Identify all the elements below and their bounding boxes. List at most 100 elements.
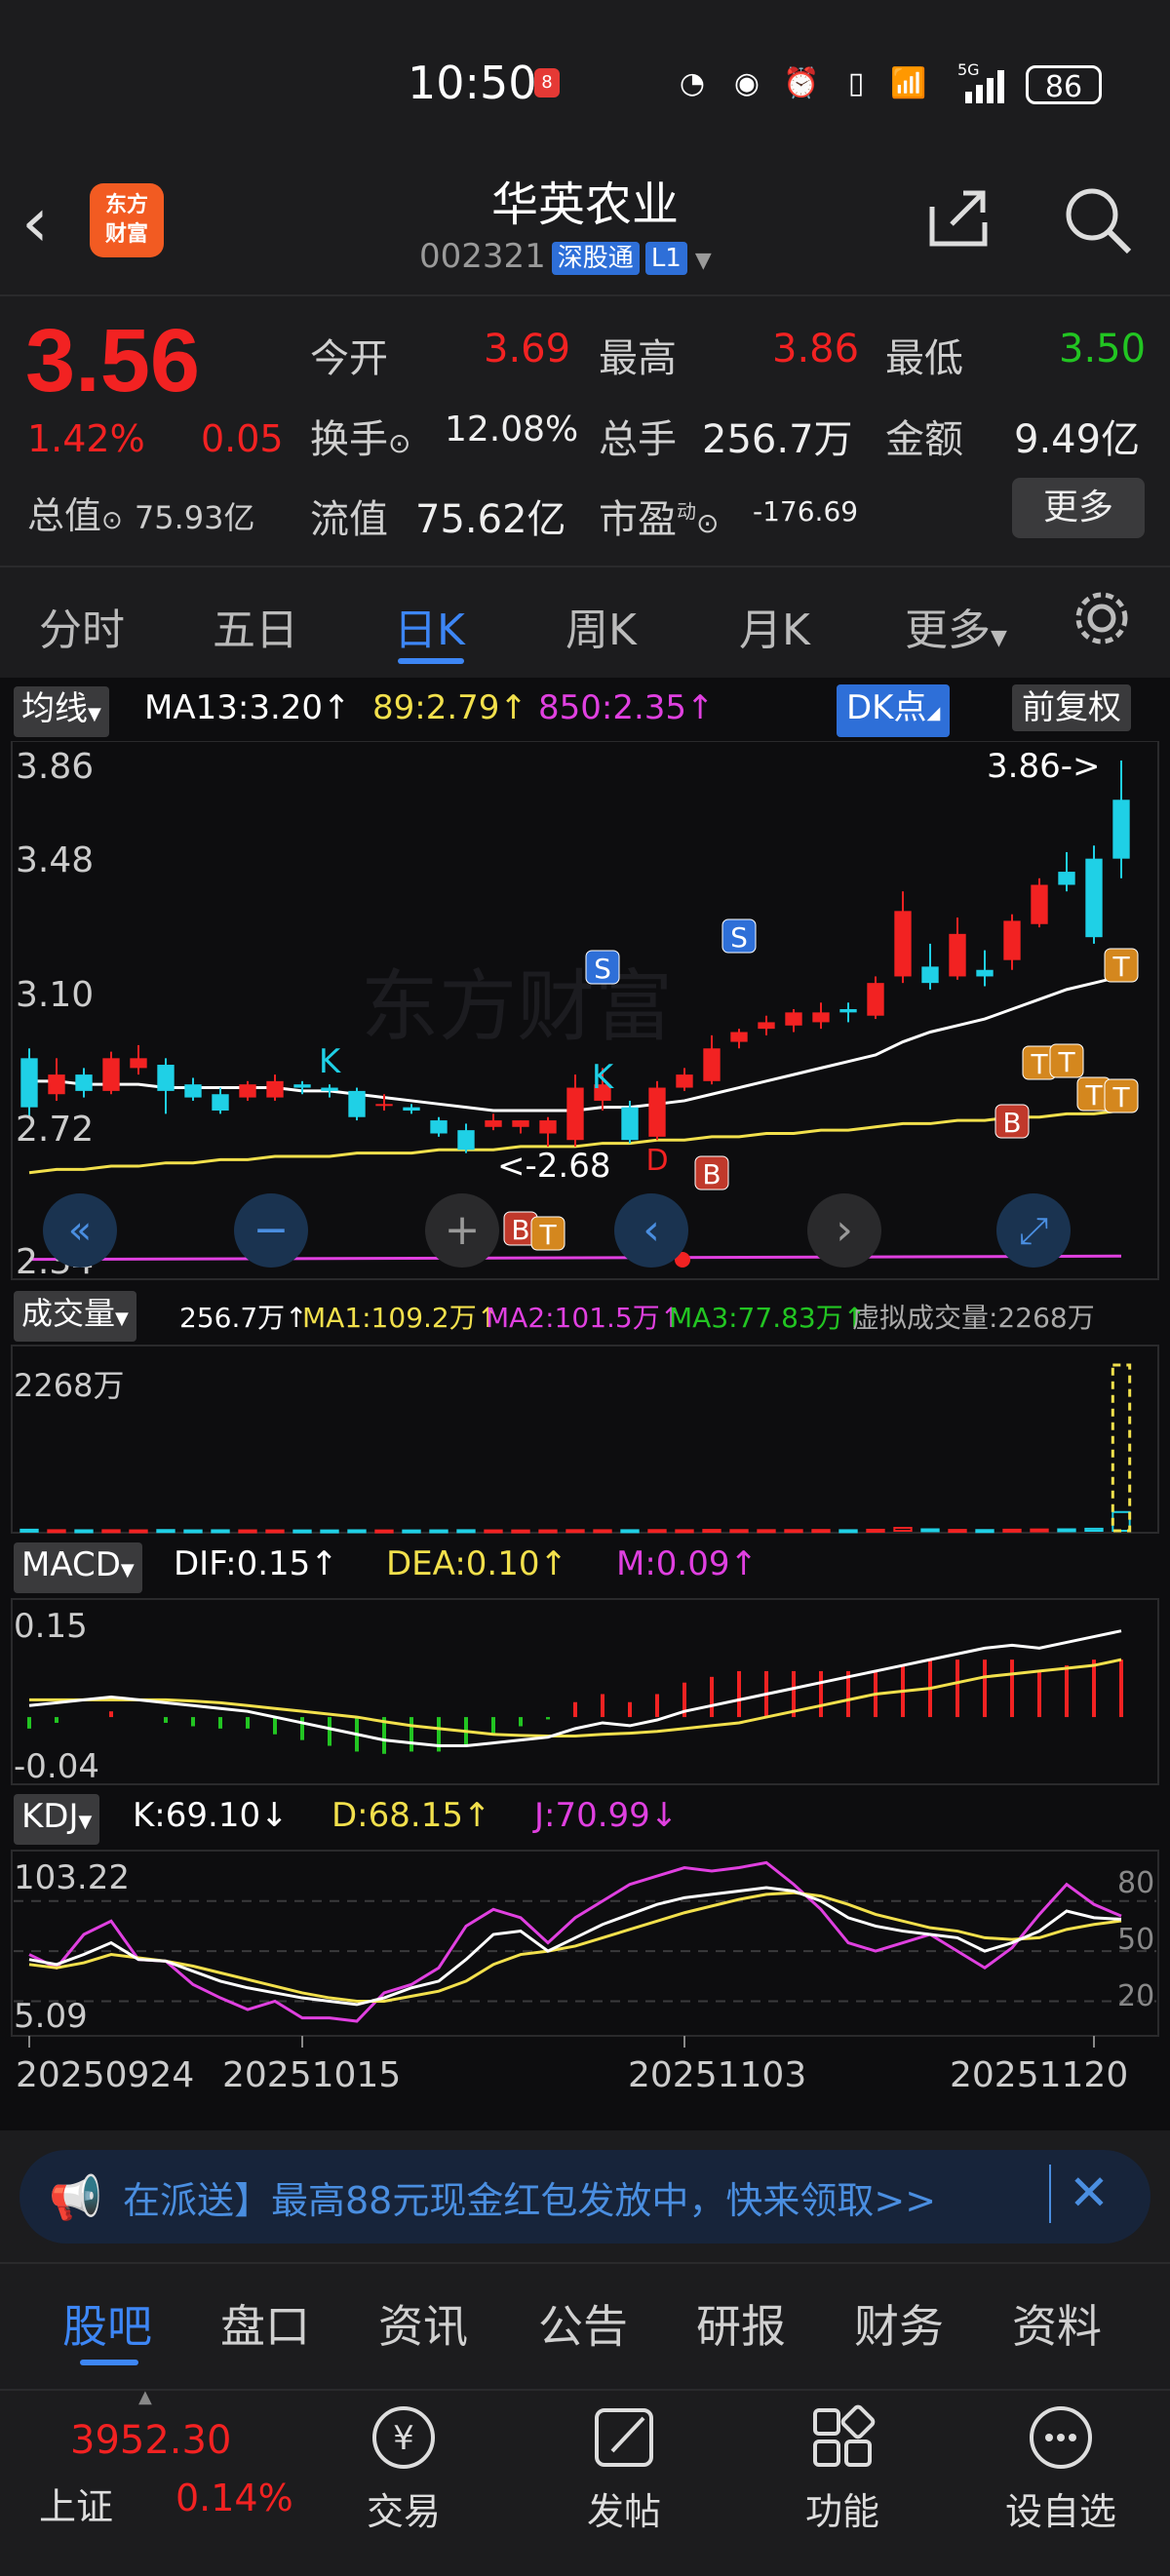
tab-announcement[interactable]: 公告 — [538, 2291, 628, 2356]
candle-body — [785, 1012, 802, 1026]
kdj-tick-50: 50 — [1117, 1923, 1155, 1957]
volume-bar — [757, 1529, 776, 1534]
volume-bar — [620, 1529, 640, 1534]
svg-text:¥: ¥ — [393, 2419, 414, 2458]
tab-five-day[interactable]: 五日 — [213, 595, 298, 657]
volume-bar — [183, 1529, 203, 1534]
post-icon[interactable] — [546, 2399, 702, 2477]
add-watchlist-icon[interactable] — [983, 2399, 1139, 2477]
candle-body — [758, 1022, 775, 1030]
macd-y-bottom: -0.04 — [14, 1747, 99, 1786]
volume-bar — [320, 1529, 339, 1534]
adjust-button[interactable]: 前复权 — [1012, 684, 1131, 731]
macd-selector[interactable]: MACD▼ — [14, 1542, 142, 1593]
tab-daily-k[interactable]: 日K — [394, 595, 465, 657]
stock-code: 002321 — [419, 237, 546, 276]
volume-bar — [484, 1529, 503, 1534]
scroll-left-icon[interactable]: ‹ — [614, 1193, 688, 1268]
zoom-in-icon[interactable]: + — [425, 1193, 499, 1268]
nav-functions[interactable]: 功能 — [764, 2481, 920, 2535]
y-tick-0: 3.86 — [16, 747, 95, 787]
candle-body — [512, 1120, 529, 1127]
macd-dea: DEA:0.10↑ — [386, 1544, 567, 1583]
open-value: 3.69 — [484, 327, 571, 371]
amount-label: 金额 — [885, 417, 963, 462]
scroll-left-fast-icon[interactable]: « — [43, 1193, 117, 1268]
volume-bar — [866, 1528, 885, 1533]
info-icon: ⊙ — [696, 507, 720, 539]
candle-body — [75, 1074, 93, 1091]
candle-body — [293, 1084, 311, 1088]
volume-bar — [456, 1529, 476, 1534]
change-amount: 0.05 — [201, 417, 284, 460]
volume-ma3: MA3:77.83万↑ — [669, 1302, 867, 1334]
tab-intraday[interactable]: 分时 — [39, 595, 125, 657]
pe-label: 市盈动⊙ — [599, 497, 720, 542]
volume-bar — [347, 1529, 367, 1534]
tab-more[interactable]: 更多▼ — [905, 595, 1007, 657]
macd-m: M:0.09↑ — [616, 1544, 758, 1583]
more-button[interactable]: 更多 — [1012, 478, 1145, 538]
candle-body — [403, 1107, 420, 1112]
nav-post[interactable]: 发帖 — [546, 2481, 702, 2535]
scroll-right-icon[interactable]: › — [807, 1193, 881, 1268]
index-pct[interactable]: 0.14% — [176, 2477, 293, 2519]
current-price: 3.56 — [25, 311, 201, 410]
volume-bar — [566, 1529, 585, 1534]
banner-text[interactable]: 在派送】最高88元现金红包发放中，快来领取>> — [123, 2170, 1030, 2224]
index-name[interactable]: 上证 — [39, 2477, 113, 2530]
tab-pankou[interactable]: 盘口 — [220, 2291, 310, 2356]
nav-add-watchlist[interactable]: 设自选 — [983, 2481, 1139, 2535]
signal-icon — [963, 68, 1012, 103]
candle-body — [730, 1032, 748, 1042]
low-value: 3.50 — [1059, 327, 1147, 371]
zoom-out-icon[interactable]: − — [234, 1193, 308, 1268]
volume-bar — [429, 1529, 448, 1534]
functions-icon[interactable] — [764, 2399, 920, 2477]
fullscreen-icon[interactable]: ⤢ — [996, 1193, 1071, 1268]
megaphone-icon: 📢 — [49, 2173, 102, 2223]
notification-badge: 8 — [534, 68, 560, 98]
volume-bar — [211, 1529, 230, 1534]
candle-body — [212, 1094, 229, 1112]
change-percent: 1.42% — [27, 417, 145, 460]
volume-bar — [74, 1529, 94, 1534]
tab-monthly-k[interactable]: 月K — [739, 595, 810, 657]
search-icon[interactable] — [1061, 183, 1135, 257]
trade-icon[interactable]: ¥ — [326, 2399, 482, 2477]
candle-body — [921, 966, 939, 984]
candle-body — [102, 1058, 120, 1091]
kdj-selector[interactable]: KDJ▼ — [14, 1794, 100, 1845]
close-icon[interactable]: ✕ — [1069, 2165, 1110, 2221]
tab-research[interactable]: 研报 — [696, 2291, 786, 2356]
tab-profile[interactable]: 资料 — [1012, 2291, 1102, 2356]
kdj-k: K:69.10↓ — [133, 1796, 289, 1835]
volume-selector[interactable]: 成交量▼ — [14, 1291, 136, 1342]
tab-guba[interactable]: 股吧 — [62, 2291, 152, 2356]
kdj-tick-80: 80 — [1117, 1866, 1155, 1900]
index-value[interactable]: 3952.30 — [70, 2418, 231, 2463]
banner-divider — [1049, 2165, 1051, 2223]
volume-bar — [374, 1529, 394, 1534]
tab-weekly-k[interactable]: 周K — [566, 595, 637, 657]
share-icon[interactable] — [924, 183, 993, 252]
candle-body — [949, 933, 966, 977]
trend-signal-marker-label: T — [1030, 1048, 1048, 1080]
trend-signal-marker-label: T — [1084, 1079, 1103, 1112]
ma-selector[interactable]: 均线▼ — [14, 686, 109, 737]
triangle-up-icon: ▲ — [138, 2387, 152, 2407]
volume-bar — [1057, 1528, 1076, 1533]
tab-finance[interactable]: 财务 — [854, 2291, 944, 2356]
tab-news[interactable]: 资讯 — [378, 2291, 468, 2356]
kdj-y-bottom: 5.09 — [14, 1997, 88, 2036]
candle-body — [266, 1080, 284, 1098]
settings-gear-icon[interactable] — [1072, 589, 1131, 647]
speedometer-icon: ◔ — [679, 66, 706, 100]
nav-trade[interactable]: 交易 — [326, 2481, 482, 2535]
macd-y-top: 0.15 — [14, 1607, 88, 1646]
stock-chart[interactable]: 东方财富 B TSSBBT TT TTK KD — [0, 741, 1170, 2126]
dk-button[interactable]: DK点◢ — [837, 684, 951, 737]
level-tag: L1 — [644, 241, 687, 275]
volume-bar — [47, 1529, 66, 1534]
chevron-down-icon: ▼ — [694, 249, 712, 273]
